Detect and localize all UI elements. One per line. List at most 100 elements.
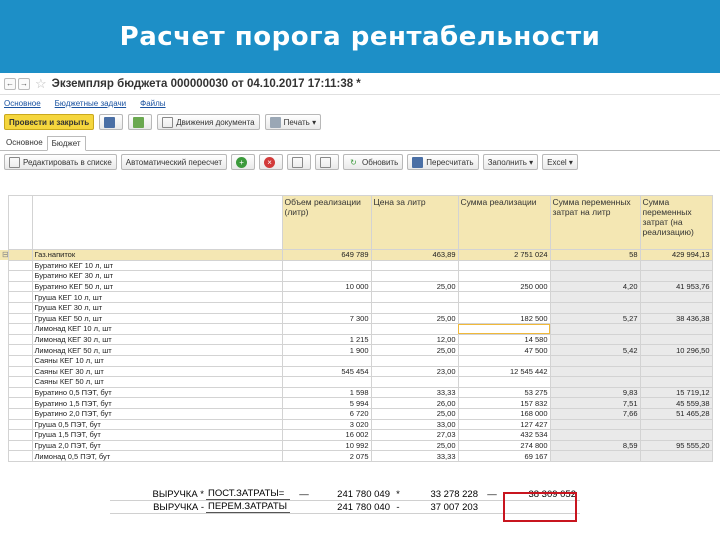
cell-volume[interactable] — [281, 301, 372, 314]
cell-revenue[interactable]: 2 751 024 — [457, 249, 551, 261]
cell-volume[interactable] — [281, 376, 372, 388]
cell-var-cost-total[interactable] — [639, 291, 713, 303]
tab-main[interactable]: Основное — [2, 135, 47, 150]
cell-volume[interactable]: 6 720 — [281, 407, 372, 420]
cell-var-cost-total[interactable] — [639, 365, 713, 378]
cell-volume[interactable] — [281, 291, 372, 303]
cell-revenue[interactable] — [457, 323, 551, 335]
table-row[interactable]: Буратино 1,5 ПЭТ, бут 5 994 26,00 157 832 7,… — [0, 397, 713, 409]
cell-price[interactable]: 12,00 — [370, 333, 459, 346]
cell-revenue[interactable] — [457, 354, 551, 367]
cell-revenue[interactable]: 274 800 — [457, 439, 551, 452]
table-row[interactable]: Буратино 0,5 ПЭТ, бут 1 598 33,33 53 275 9,8… — [0, 386, 713, 399]
cell-price[interactable]: 33,33 — [370, 386, 459, 399]
table-row[interactable]: Лимонад 0,5 ПЭТ, бут 2 075 33,33 69 167 — [0, 450, 713, 462]
cell-var-cost-total[interactable] — [639, 333, 713, 346]
cell-volume[interactable]: 5 994 — [281, 397, 372, 409]
cell-revenue[interactable]: 69 167 — [457, 450, 551, 462]
table-row[interactable]: Лимонад КЕГ 10 л, шт — [0, 323, 713, 335]
cell-var-cost-per-liter[interactable]: 9,83 — [549, 386, 641, 399]
cell-var-cost-per-liter[interactable] — [549, 354, 641, 367]
cell-revenue[interactable]: 250 000 — [457, 280, 551, 293]
table-row[interactable]: Буратино 2,0 ПЭТ, бут 6 720 25,00 168 000 7,… — [0, 407, 713, 420]
cell-var-cost-per-liter[interactable] — [549, 333, 641, 346]
edit-in-list-button[interactable]: Редактировать в списке — [4, 154, 117, 170]
cell-var-cost-total[interactable] — [639, 450, 713, 462]
cell-volume[interactable] — [281, 259, 372, 272]
print-button[interactable]: Печать ▾ — [264, 114, 322, 130]
document-movements-button[interactable]: Движения документа — [157, 114, 260, 130]
cell-volume[interactable]: 649 789 — [281, 249, 372, 261]
cell-price[interactable]: 25,00 — [370, 407, 459, 420]
cell-var-cost-per-liter[interactable] — [549, 450, 641, 462]
table-row[interactable]: Буратино КЕГ 50 л, шт 10 000 25,00 250 000 4… — [0, 280, 713, 293]
table-row[interactable]: Груша КЕГ 50 л, шт 7 300 25,00 182 500 5,27 3… — [0, 312, 713, 325]
col-header-volume[interactable]: Объем реализации (литр) — [281, 195, 372, 250]
cell-price[interactable] — [370, 376, 459, 388]
table-row[interactable]: Саяны КЕГ 30 л, шт 545 454 23,00 12 545 442 — [0, 365, 713, 378]
cell-var-cost-per-liter[interactable]: 7,66 — [549, 407, 641, 420]
table-row[interactable]: Груша КЕГ 10 л, шт — [0, 291, 713, 303]
cell-var-cost-total[interactable]: 45 559,38 — [639, 397, 713, 409]
cell-revenue[interactable] — [457, 301, 551, 314]
cell-price[interactable]: 25,00 — [370, 439, 459, 452]
cell-price[interactable] — [370, 259, 459, 272]
delete-row-button[interactable]: × — [259, 154, 284, 170]
cell-var-cost-per-liter[interactable] — [549, 291, 641, 303]
link-main[interactable]: Основное — [4, 99, 41, 108]
col-header-var-cost-per-liter[interactable]: Сумма переменных затрат на литр — [549, 195, 641, 250]
cell-var-cost-total[interactable]: 95 555,20 — [639, 439, 713, 452]
cell-var-cost-per-liter[interactable]: 8,59 — [549, 439, 641, 452]
cell-price[interactable]: 25,00 — [370, 312, 459, 325]
add-row-button[interactable]: + — [231, 154, 256, 170]
cell-var-cost-per-liter[interactable]: 4,20 — [549, 280, 641, 293]
recalc-button[interactable]: Пересчитать — [407, 154, 479, 170]
cell-revenue[interactable] — [457, 270, 551, 282]
cell-var-cost-per-liter[interactable] — [549, 376, 641, 388]
cell-volume[interactable] — [281, 270, 372, 282]
cell-revenue[interactable] — [457, 291, 551, 303]
cell-price[interactable]: 463,89 — [370, 249, 459, 261]
cell-price[interactable]: 33,33 — [370, 450, 459, 462]
save-button[interactable] — [99, 114, 124, 130]
tab-budget[interactable]: Бюджет — [46, 136, 86, 151]
cell-volume[interactable]: 545 454 — [281, 365, 372, 378]
cell-var-cost-per-liter[interactable] — [549, 301, 641, 314]
cell-revenue[interactable] — [457, 376, 551, 388]
table-row[interactable]: Буратино КЕГ 30 л, шт — [0, 270, 713, 282]
col-header-revenue[interactable]: Сумма реализации — [457, 195, 551, 250]
forward-arrow-icon[interactable]: → — [18, 77, 30, 90]
cell-var-cost-total[interactable]: 41 953,76 — [639, 280, 713, 293]
cell-var-cost-per-liter[interactable]: 58 — [549, 249, 641, 261]
cell-revenue[interactable]: 47 500 — [457, 344, 551, 356]
table-row[interactable]: Саяны КЕГ 50 л, шт — [0, 376, 713, 388]
cell-var-cost-total[interactable]: 429 994,13 — [639, 249, 713, 261]
copy-button[interactable] — [287, 154, 312, 170]
cell-volume[interactable]: 10 992 — [281, 439, 372, 452]
cell-revenue[interactable]: 432 534 — [457, 429, 551, 441]
table-row[interactable]: Буратино КЕГ 10 л, шт — [0, 259, 713, 272]
table-row[interactable]: Лимонад КЕГ 50 л, шт 1 900 25,00 47 500 5,42… — [0, 344, 713, 356]
favorite-star-icon[interactable]: ☆ — [35, 76, 47, 92]
cell-volume[interactable]: 2 075 — [281, 450, 372, 462]
cell-volume[interactable]: 1 215 — [281, 333, 372, 346]
cell-volume[interactable]: 10 000 — [281, 280, 372, 293]
cell-var-cost-total[interactable]: 51 465,28 — [639, 407, 713, 420]
cell-volume[interactable]: 3 020 — [281, 418, 372, 431]
cell-revenue[interactable] — [457, 259, 551, 272]
cell-var-cost-total[interactable] — [639, 418, 713, 431]
cell-volume[interactable]: 16 002 — [281, 429, 372, 441]
table-row[interactable]: Саяны КЕГ 10 л, шт — [0, 354, 713, 367]
cell-revenue[interactable]: 168 000 — [457, 407, 551, 420]
cell-price[interactable]: 26,00 — [370, 397, 459, 409]
table-row[interactable]: Груша 1,5 ПЭТ, бут 16 002 27,03 432 534 — [0, 429, 713, 441]
cell-revenue[interactable]: 53 275 — [457, 386, 551, 399]
excel-dropdown[interactable]: Excel ▾ — [542, 154, 578, 170]
table-row[interactable]: Лимонад КЕГ 30 л, шт 1 215 12,00 14 580 — [0, 333, 713, 346]
cell-revenue[interactable]: 182 500 — [457, 312, 551, 325]
table-row[interactable]: Груша 2,0 ПЭТ, бут 10 992 25,00 274 800 8,59… — [0, 439, 713, 452]
cell-var-cost-total[interactable] — [639, 270, 713, 282]
cell-volume[interactable]: 1 598 — [281, 386, 372, 399]
cell-var-cost-per-liter[interactable]: 7,51 — [549, 397, 641, 409]
cell-revenue[interactable]: 127 427 — [457, 418, 551, 431]
